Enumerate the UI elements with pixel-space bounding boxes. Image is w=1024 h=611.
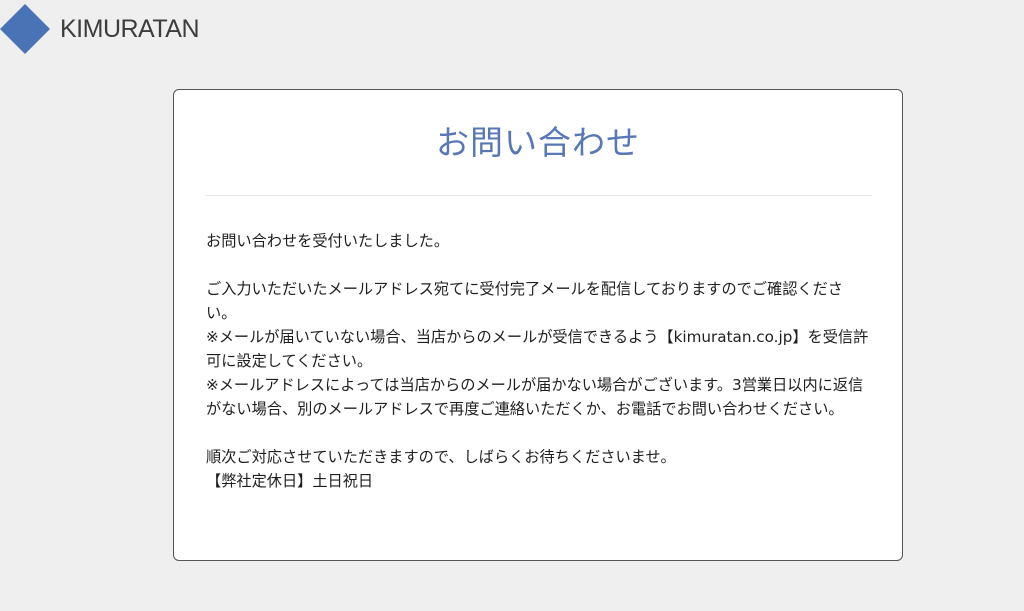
confirmation-email-message: ご入力いただいたメールアドレス宛てに受付完了メールを配信しておりますのでご確認く… (206, 280, 843, 322)
whitelist-domain-message: ※メールが届いていない場合、当店からのメールが受信できるよう【kimuratan… (206, 328, 869, 370)
holiday-notice: 【弊社定休日】土日祝日 (206, 472, 374, 490)
brand-diamond-icon (0, 4, 50, 54)
please-wait-message: 順次ご対応させていただきますので、しばらくお待ちくださいませ。 (206, 448, 676, 466)
brand-logo-link[interactable]: KIMURATAN (0, 4, 200, 54)
title-divider (206, 195, 872, 196)
received-message: お問い合わせを受付いたしました。 (206, 232, 449, 250)
page-title: お問い合わせ (436, 123, 640, 162)
confirmation-message: お問い合わせを受付いたしました。 ご入力いただいたメールアドレス宛てに受付完了メ… (206, 229, 872, 493)
brand-name: KIMURATAN (60, 14, 200, 43)
alternate-contact-message: ※メールアドレスによっては当店からのメールが届かない場合がございます。3営業日以… (206, 376, 864, 418)
contact-confirmation-card: お問い合わせ お問い合わせを受付いたしました。 ご入力いただいたメールアドレス宛… (173, 89, 903, 561)
site-header: KIMURATAN (0, 0, 1024, 60)
